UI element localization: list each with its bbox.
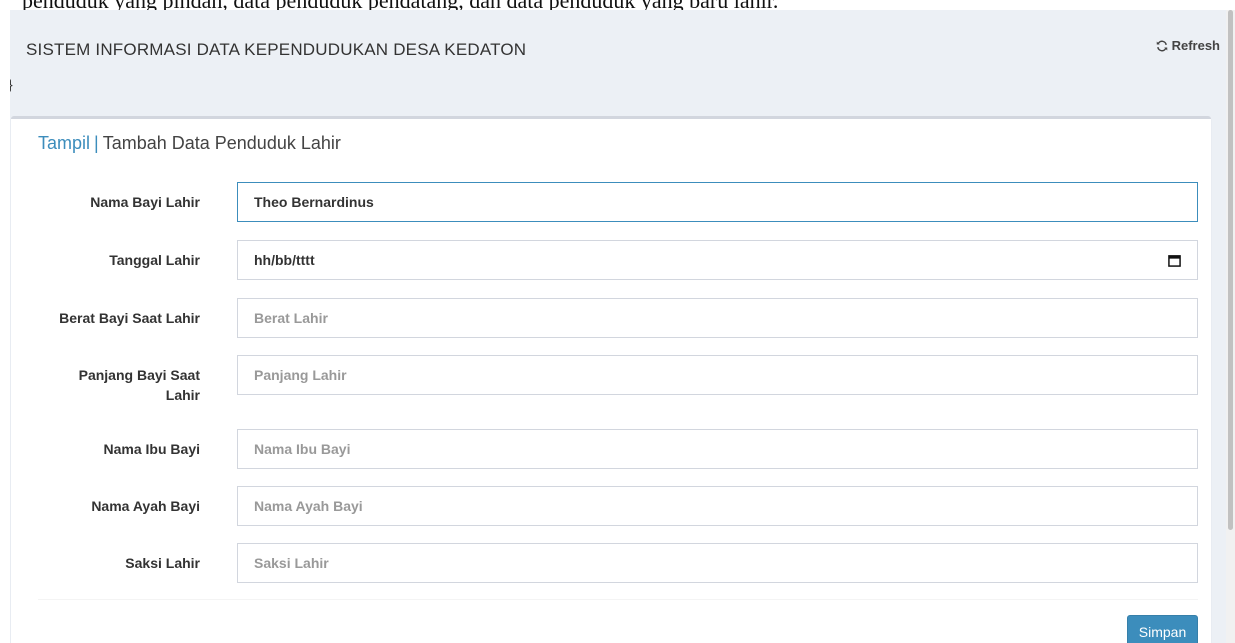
refresh-label: Refresh <box>1171 38 1220 53</box>
box-title: Tampil | Tambah Data Penduduk Lahir <box>38 133 341 154</box>
label-tanggal-lahir: Tanggal Lahir <box>109 252 200 268</box>
berat-lahir-input[interactable] <box>237 298 1198 338</box>
label-nama-ibu: Nama Ibu Bayi <box>103 441 200 457</box>
label-saksi-lahir: Saksi Lahir <box>125 555 200 571</box>
form-box: Tampil | Tambah Data Penduduk Lahir Nama B… <box>11 116 1211 643</box>
nama-ayah-input[interactable] <box>237 486 1198 526</box>
nama-bayi-input[interactable] <box>237 182 1198 222</box>
tanggal-lahir-input[interactable]: hh/bb/tttt <box>237 240 1198 280</box>
simpan-button[interactable]: Simpan <box>1127 615 1198 643</box>
refresh-icon <box>1156 40 1167 51</box>
box-title-text: Tambah Data Penduduk Lahir <box>102 133 341 153</box>
label-nama-bayi: Nama Bayi Lahir <box>90 194 200 210</box>
app-window: SISTEM INFORMASI DATA KEPENDUDUKAN DESA … <box>10 10 1226 643</box>
stray-brace: } <box>10 76 13 92</box>
page-title: SISTEM INFORMASI DATA KEPENDUDUKAN DESA … <box>26 40 527 59</box>
scrollbar-thumb[interactable] <box>1228 10 1233 530</box>
label-panjang-bayi: Panjang Bayi Saat Lahir <box>78 367 200 403</box>
box-footer-divider <box>38 599 1198 600</box>
nama-ibu-input[interactable] <box>237 429 1198 469</box>
title-separator: | <box>94 133 99 153</box>
page-scrollbar[interactable] <box>1226 10 1235 643</box>
panjang-lahir-input[interactable] <box>237 355 1198 395</box>
tampil-link[interactable]: Tampil <box>38 133 90 153</box>
label-berat-bayi: Berat Bayi Saat Lahir <box>59 310 200 326</box>
calendar-icon[interactable] <box>1168 254 1181 267</box>
date-placeholder-text: hh/bb/tttt <box>254 252 315 268</box>
label-nama-ayah: Nama Ayah Bayi <box>91 498 200 514</box>
saksi-lahir-input[interactable] <box>237 543 1198 583</box>
refresh-button[interactable]: Refresh <box>1156 38 1220 53</box>
